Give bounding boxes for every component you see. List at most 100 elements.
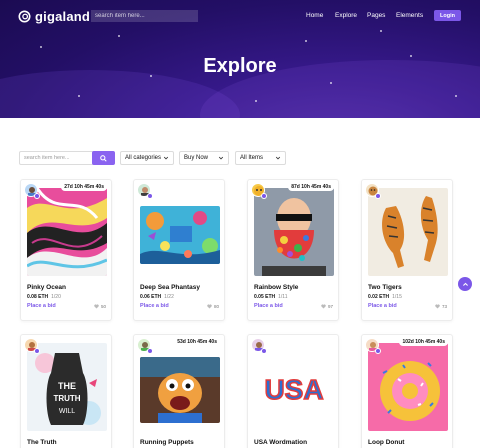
nft-image[interactable] xyxy=(140,206,220,264)
nft-card[interactable]: Deep Sea Phantasy 0.06 ETH 1/22 Place a b… xyxy=(133,179,225,321)
stock-count: 1/11 xyxy=(278,294,288,300)
nft-card[interactable]: 27d 10h 45m 40s Pinky Ocean 0.08 ETH 1/20… xyxy=(20,179,112,321)
price-value: 0.05 ETH xyxy=(254,294,276,300)
nft-title[interactable]: Two Tigers xyxy=(368,284,402,291)
heart-icon xyxy=(207,304,212,309)
verified-icon xyxy=(375,193,381,199)
nft-title[interactable]: Deep Sea Phantasy xyxy=(140,284,200,291)
nav-item-explore[interactable]: Explore xyxy=(335,12,357,19)
search-button[interactable] xyxy=(92,151,115,165)
brand-name: gigaland xyxy=(35,9,91,24)
page-title: Explore xyxy=(203,55,277,77)
stock-count: 1/20 xyxy=(51,294,61,300)
nft-title[interactable]: Rainbow Style xyxy=(254,284,298,291)
hero-star xyxy=(330,82,332,84)
countdown-timer: 27d 10h 45m 40s xyxy=(61,183,107,191)
nft-image[interactable] xyxy=(27,188,107,276)
heart-icon xyxy=(435,304,440,309)
countdown-timer: 53d 10h 45m 40s xyxy=(174,338,220,346)
category-select-value: All categories xyxy=(125,155,162,161)
verified-icon xyxy=(147,348,153,354)
like-count: 50 xyxy=(100,304,106,309)
nft-price: 0.05 ETH 1/11 xyxy=(254,294,288,300)
price-value: 0.06 ETH xyxy=(140,294,162,300)
login-button[interactable]: Login xyxy=(434,10,461,21)
like-count: 73 xyxy=(441,304,447,309)
nft-card[interactable]: THE TRUTH WILL The Truth xyxy=(20,334,112,448)
like-button[interactable]: 50 xyxy=(94,304,106,309)
place-bid-link[interactable]: Place a bid xyxy=(254,303,283,309)
countdown-timer: 87d 10h 45m 40s xyxy=(288,183,334,191)
heart-icon xyxy=(94,304,99,309)
hero-banner: gigaland Home Explore Pages Elements Log… xyxy=(0,0,480,118)
nft-card[interactable]: 87d 10h 45m 40s Rainbow Style 0.05 ETH 1/… xyxy=(247,179,339,321)
nft-price: 0.02 ETH 1/15 xyxy=(368,294,402,300)
verified-icon xyxy=(375,348,381,354)
chevron-down-icon xyxy=(218,156,224,160)
nft-title[interactable]: Running Puppets xyxy=(140,439,194,446)
svg-text:TRUTH: TRUTH xyxy=(53,394,80,403)
verified-icon xyxy=(34,348,40,354)
verified-icon xyxy=(261,193,267,199)
nav-item-elements[interactable]: Elements xyxy=(396,12,423,19)
header-search-input[interactable] xyxy=(91,10,198,22)
price-value: 0.02 ETH xyxy=(368,294,390,300)
items-select-value: All Items xyxy=(240,155,264,161)
nft-title[interactable]: Pinky Ocean xyxy=(27,284,66,291)
hero-star xyxy=(78,95,80,97)
price-value: 0.08 ETH xyxy=(27,294,49,300)
brand-logo[interactable]: gigaland xyxy=(18,9,90,24)
verified-icon xyxy=(147,193,153,199)
nft-title[interactable]: USA Wordmation xyxy=(254,439,307,446)
svg-text:THE: THE xyxy=(58,381,76,391)
nft-title[interactable]: Loop Donut xyxy=(368,439,404,446)
items-search-input[interactable] xyxy=(20,152,92,164)
like-count: 97 xyxy=(327,304,333,309)
logo-swirl-icon xyxy=(18,10,31,23)
hero-star xyxy=(455,95,457,97)
nft-card[interactable]: 53d 10h 45m 40s Running Puppets xyxy=(133,334,225,448)
nav-item-home[interactable]: Home xyxy=(306,12,323,19)
nav-item-pages[interactable]: Pages xyxy=(367,12,385,19)
chevron-down-icon xyxy=(163,156,169,160)
items-select[interactable]: All Items xyxy=(235,151,286,165)
nft-image[interactable]: USA xyxy=(254,343,334,431)
nft-image[interactable]: THE TRUTH WILL xyxy=(27,343,107,431)
stock-count: 1/15 xyxy=(392,294,402,300)
scroll-to-top-button[interactable] xyxy=(458,277,472,291)
hero-star xyxy=(380,30,382,32)
search-icon xyxy=(100,154,107,162)
place-bid-link[interactable]: Place a bid xyxy=(368,303,397,309)
like-button[interactable]: 73 xyxy=(435,304,447,309)
place-bid-link[interactable]: Place a bid xyxy=(27,303,56,309)
hero-star xyxy=(118,35,120,37)
stock-count: 1/22 xyxy=(164,294,174,300)
category-select[interactable]: All categories xyxy=(120,151,174,165)
nft-image[interactable] xyxy=(140,357,220,423)
buy-select[interactable]: Buy Now xyxy=(179,151,229,165)
place-bid-link[interactable]: Place a bid xyxy=(140,303,169,309)
nft-card[interactable]: USA USA Wordmation xyxy=(247,334,339,448)
svg-text:WILL: WILL xyxy=(59,408,75,415)
countdown-timer: 102d 10h 45m 40s xyxy=(399,338,448,346)
heart-icon xyxy=(321,304,326,309)
verified-icon xyxy=(34,193,40,199)
nft-card[interactable]: Two Tigers 0.02 ETH 1/15 Place a bid 73 xyxy=(361,179,453,321)
hero-star xyxy=(255,100,257,102)
nft-price: 0.08 ETH 1/20 xyxy=(27,294,61,300)
verified-icon xyxy=(261,348,267,354)
nft-price: 0.06 ETH 1/22 xyxy=(140,294,174,300)
items-search xyxy=(19,151,115,165)
nft-title[interactable]: The Truth xyxy=(27,439,57,446)
nft-card[interactable]: 102d 10h 45m 40s Loop Donut xyxy=(361,334,453,448)
hero-star xyxy=(40,46,42,48)
nft-image[interactable] xyxy=(368,343,448,431)
nft-image[interactable] xyxy=(368,188,448,276)
like-button[interactable]: 80 xyxy=(207,304,219,309)
hero-star xyxy=(305,40,307,42)
buy-select-value: Buy Now xyxy=(184,155,209,161)
like-button[interactable]: 97 xyxy=(321,304,333,309)
like-count: 80 xyxy=(213,304,219,309)
svg-text:USA: USA xyxy=(264,374,323,405)
nft-image[interactable] xyxy=(254,188,334,276)
